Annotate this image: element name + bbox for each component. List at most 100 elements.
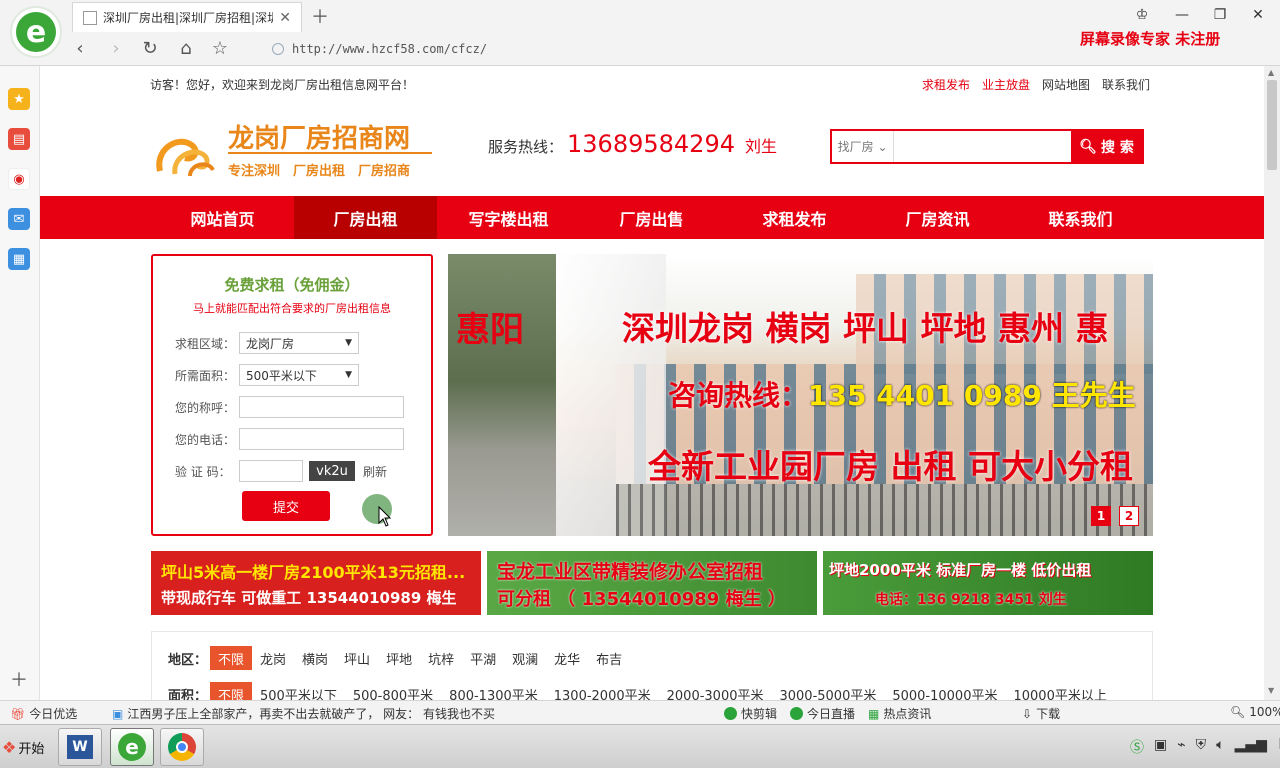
browser-logo-icon[interactable]: e [10, 6, 62, 58]
search-type-select[interactable]: 找厂房 ⌄ [832, 131, 895, 162]
phone-input[interactable] [239, 428, 404, 450]
filter-area-option[interactable]: 2000-3000平米 [659, 682, 772, 701]
nav-factory-sale[interactable]: 厂房出售 [580, 196, 723, 239]
close-window-icon[interactable]: ✕ [1246, 6, 1270, 24]
mail-icon[interactable]: ✉ [8, 208, 30, 230]
nav-rent-request[interactable]: 求租发布 [723, 196, 866, 239]
kuaijianji-link[interactable]: 快剪辑 [724, 705, 777, 722]
banner-dot-1[interactable]: 1 [1091, 506, 1111, 526]
close-tab-icon[interactable]: ✕ [279, 10, 291, 26]
filter-area-option[interactable]: 10000平米以上 [1005, 682, 1114, 701]
ad-banner-3[interactable]: 坪地2000平米 标准厂房一楼 低价出租 电话：136 9218 3451 刘生 [823, 551, 1153, 615]
back-icon[interactable]: ‹ [68, 36, 92, 60]
filter-region-option[interactable]: 平湖 [462, 646, 504, 670]
tray-app-icon[interactable]: Ⓢ [1130, 737, 1144, 757]
restore-icon[interactable]: ❐ [1208, 6, 1232, 24]
scroll-up-icon[interactable]: ▲ [1268, 68, 1274, 77]
top-link-owner-listing[interactable]: 业主放盘 [982, 76, 1030, 93]
filter-region-option[interactable]: 布吉 [588, 646, 630, 670]
news-icon[interactable]: ▤ [8, 128, 30, 150]
notes-icon[interactable]: ▦ [8, 248, 30, 270]
hot-news-link[interactable]: ▦ 热点资讯 [868, 705, 931, 722]
browser-tab[interactable]: 深圳厂房出租|深圳厂房招租|深圳 ✕ [72, 2, 302, 32]
filter-area-option[interactable]: 不限 [210, 682, 253, 700]
captcha-input[interactable] [239, 460, 303, 482]
news-ticker-text: 江西男子压上全部家产，再卖不出去就破产了， 网友： 有钱我也不买 [127, 707, 495, 721]
weibo-icon[interactable]: ◉ [8, 168, 30, 190]
top-link-rent-request[interactable]: 求租发布 [922, 76, 970, 93]
zoom-level[interactable]: 🔍︎100% [1230, 705, 1280, 719]
address-bar[interactable]: http://www.hzcf58.com/cfcz/ [268, 38, 1128, 60]
tray-volume-icon[interactable]: 🔈︎ [1216, 737, 1224, 757]
live-link[interactable]: 今日直播 [790, 705, 855, 722]
name-input[interactable] [239, 396, 404, 418]
nav-contact[interactable]: 联系我们 [1009, 196, 1152, 239]
filter-area-option[interactable]: 500平米以下 [252, 682, 345, 701]
filter-area-option[interactable]: 1300-2000平米 [546, 682, 659, 701]
live-icon [790, 707, 803, 720]
region-select[interactable]: 龙岗厂房 ▼ [239, 332, 359, 354]
logo-slogan: 专注深圳 厂房出租 厂房招商 [228, 164, 411, 179]
skin-icon[interactable]: ♔ [1130, 6, 1154, 24]
forward-icon[interactable]: › [104, 36, 128, 60]
hero-banner[interactable]: 惠阳 深圳龙岗 横岗 坪山 坪地 惠州 惠 咨询热线：135 4401 0989… [448, 254, 1153, 536]
nav-factory-rent[interactable]: 厂房出租 [294, 196, 437, 239]
tray-network-icon[interactable]: ⌁ [1177, 737, 1185, 757]
tray-security-icon[interactable]: ⛨ [1196, 737, 1207, 757]
scrollbar-thumb[interactable] [1267, 80, 1277, 170]
banner-dot-2[interactable]: 2 [1119, 506, 1139, 526]
scroll-down-icon[interactable]: ▼ [1268, 686, 1274, 695]
site-logo[interactable]: 龙岗厂房招商网 专注深圳 厂房出租 厂房招商 [150, 116, 440, 186]
search-type-value: 找厂房 [837, 140, 874, 154]
area-select[interactable]: 500平米以下 ▼ [239, 364, 359, 386]
tray-display-icon[interactable]: ▣ [1154, 737, 1167, 757]
filter-region-option[interactable]: 坑梓 [420, 646, 462, 670]
filter-panel: 地区： 不限 龙岗 横岗 坪山 坪地 坑梓 平湖 观澜 龙华 布吉 面积： 不限… [151, 631, 1153, 700]
nav-home[interactable]: 网站首页 [151, 196, 294, 239]
top-link-sitemap[interactable]: 网站地图 [1042, 76, 1090, 93]
filter-region-label: 地区： [168, 652, 208, 668]
filter-region-option[interactable]: 龙华 [546, 646, 588, 670]
add-sidebar-icon[interactable]: ＋ [8, 668, 30, 691]
refresh-icon[interactable]: ↻ [138, 36, 162, 60]
web-page: 访客！您好，欢迎来到龙岗厂房出租信息网平台！ 求租发布 业主放盘 网站地图 联系… [40, 66, 1264, 700]
favorite-star-icon[interactable]: ☆ [208, 36, 232, 60]
area-value: 500平米以下 [246, 368, 317, 383]
filter-region-option[interactable]: 横岗 [294, 646, 336, 670]
start-label: 开始 [18, 741, 45, 757]
filter-area-option[interactable]: 5000-10000平米 [884, 682, 1005, 701]
news-ticker[interactable]: ▣ 江西男子压上全部家产，再卖不出去就破产了， 网友： 有钱我也不买 [112, 705, 495, 722]
filter-area-option[interactable]: 800-1300平米 [441, 682, 546, 701]
region-label: 求租区域： [175, 336, 236, 351]
filter-area-option[interactable]: 500-800平米 [345, 682, 441, 701]
taskbar-word[interactable]: W [58, 728, 102, 766]
filter-region-option[interactable]: 龙岗 [252, 646, 294, 670]
filter-region-option[interactable]: 坪山 [336, 646, 378, 670]
filter-area-option[interactable]: 3000-5000平米 [771, 682, 884, 701]
search-button[interactable]: 🔍︎ 搜 索 [1071, 131, 1142, 162]
taskbar-browser[interactable]: e [110, 728, 154, 766]
filter-region-option[interactable]: 观澜 [504, 646, 546, 670]
ad-banner-2[interactable]: 宝龙工业区带精装修办公室招租 可分租 （ 13544010989 梅生 ） [487, 551, 817, 615]
page-scrollbar[interactable]: ▲ ▼ [1264, 66, 1280, 700]
taskbar-chrome[interactable] [160, 728, 204, 766]
search-input[interactable] [894, 131, 1072, 162]
start-button[interactable]: ❖ 开始 [2, 732, 50, 762]
favorites-icon[interactable]: ★ [8, 88, 30, 110]
tray-signal-icon[interactable]: ▂▄▆ [1235, 737, 1267, 757]
nav-news[interactable]: 厂房资讯 [866, 196, 1009, 239]
new-tab-icon[interactable]: ＋ [308, 4, 332, 28]
today-picks[interactable]: 🎁︎ 今日优选 [10, 705, 77, 722]
top-link-contact[interactable]: 联系我们 [1102, 76, 1150, 93]
submit-button[interactable]: 提交 [242, 491, 330, 521]
filter-region-option[interactable]: 不限 [210, 646, 253, 670]
filter-region-option[interactable]: 坪地 [378, 646, 420, 670]
captcha-image[interactable]: vk2u [309, 461, 355, 481]
minimize-icon[interactable]: — [1170, 6, 1194, 24]
download-link[interactable]: ⇩ 下载 [1022, 705, 1060, 722]
ad-banner-1[interactable]: 坪山5米高一楼厂房2100平米13元招租... 带现成行车 可做重工 13544… [151, 551, 481, 615]
nav-office-rent[interactable]: 写字楼出租 [437, 196, 580, 239]
dropdown-arrow-icon: ▼ [345, 338, 352, 348]
captcha-refresh-link[interactable]: 刷新 [363, 463, 387, 480]
home-icon[interactable]: ⌂ [174, 36, 198, 60]
